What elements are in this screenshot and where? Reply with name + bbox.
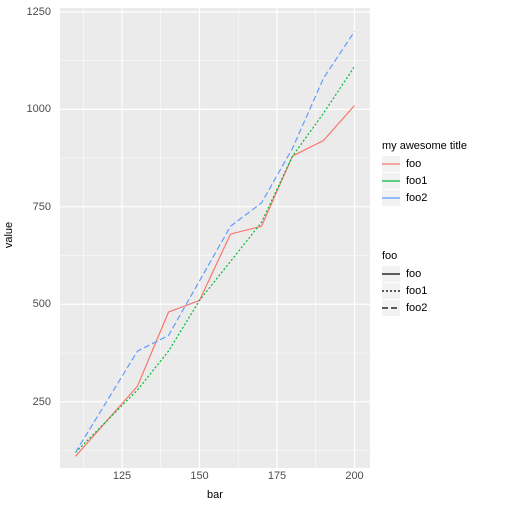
legend-color-item: foo1 <box>382 173 512 189</box>
legend-color-items: foo foo1 foo2 <box>382 156 512 206</box>
legend-color: my awesome title foo foo1 foo2 <box>382 140 512 207</box>
legend-label: foo2 <box>406 192 427 204</box>
legend-linetype-item: foo1 <box>382 283 512 299</box>
series-foo2 <box>76 31 355 452</box>
legend-key-icon <box>382 283 400 299</box>
plot-svg <box>60 8 370 468</box>
legend-color-title: my awesome title <box>382 140 512 152</box>
chart-container: value 25050075010001250 125150175200 bar… <box>0 0 518 509</box>
y-tick-label: 250 <box>1 396 51 408</box>
legend-label: foo1 <box>406 285 427 297</box>
series-foo1 <box>76 67 355 453</box>
legend-key-icon <box>382 173 400 189</box>
legend-key-icon <box>382 300 400 316</box>
y-tick-label: 1250 <box>1 6 51 18</box>
legend-linetype-item: foo <box>382 266 512 282</box>
y-axis-ticks: 250 500 750 1000 1250 <box>0 8 55 468</box>
legend-color-item: foo <box>382 156 512 172</box>
legend-label: foo2 <box>406 302 427 314</box>
legend-label: foo <box>406 158 421 170</box>
legend-linetype-title: foo <box>382 250 512 262</box>
legend-key-icon <box>382 266 400 282</box>
y-tick-label: 1000 <box>1 103 51 115</box>
legend-key-icon <box>382 190 400 206</box>
x-tick-label: 175 <box>268 470 286 482</box>
x-axis-title: bar <box>60 489 370 501</box>
y-tick-label: 500 <box>1 298 51 310</box>
legend-linetype-item: foo2 <box>382 300 512 316</box>
x-tick-label: 200 <box>345 470 363 482</box>
legend-label: foo <box>406 268 421 280</box>
legend-linetype-items: foo foo1 foo2 <box>382 266 512 316</box>
legend-label: foo1 <box>406 175 427 187</box>
legend-color-item: foo2 <box>382 190 512 206</box>
x-axis-ticks: 125 150 175 200 <box>60 470 370 486</box>
plot-panel <box>60 8 370 468</box>
legend-linetype: foo foo foo1 foo2 <box>382 250 512 317</box>
x-tick-label: 150 <box>190 470 208 482</box>
legend-key-icon <box>382 156 400 172</box>
y-tick-label: 750 <box>1 201 51 213</box>
x-tick-label: 125 <box>113 470 131 482</box>
